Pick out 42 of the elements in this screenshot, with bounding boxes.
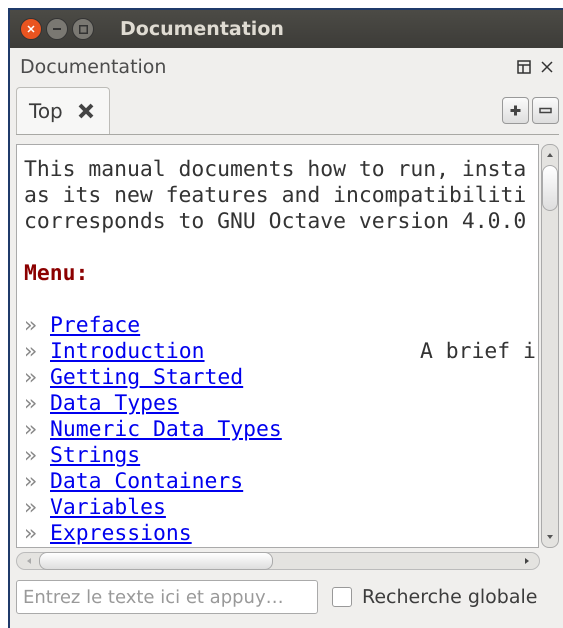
checkbox-label: Recherche globale [362, 586, 538, 608]
menu-link[interactable]: Strings [50, 443, 420, 469]
plus-icon [509, 104, 522, 117]
close-icon[interactable] [20, 18, 42, 40]
bullet: » [24, 469, 38, 495]
vertical-scrollbar[interactable] [541, 144, 559, 548]
scroll-down-icon[interactable] [546, 533, 554, 541]
zoom-out-button[interactable] [532, 97, 559, 124]
bullet: » [24, 365, 38, 391]
scroll-right-icon[interactable] [523, 557, 531, 565]
checkbox[interactable] [332, 587, 352, 607]
zoom-in-button[interactable] [502, 97, 529, 124]
menu-link[interactable]: Introduction [50, 339, 420, 365]
bullet: » [24, 495, 38, 521]
scrollbar-thumb[interactable] [542, 165, 558, 211]
scroll-up-icon[interactable] [546, 151, 554, 159]
menu-heading: Menu: [24, 261, 90, 287]
bullet: » [24, 443, 38, 469]
undock-icon[interactable] [517, 60, 531, 74]
maximize-icon[interactable] [72, 18, 94, 40]
scrollbar-thumb[interactable] [39, 552, 273, 570]
menu-link[interactable]: Expressions [50, 521, 420, 547]
search-field[interactable]: Entrez le texte ici et appuy… [16, 580, 318, 614]
close-icon[interactable] [76, 102, 95, 120]
menu-description: A brief i [420, 339, 536, 365]
tab[interactable]: Top [16, 87, 110, 134]
window-title: Documentation [120, 18, 284, 40]
panel-title: Documentation [20, 56, 168, 78]
close-icon[interactable] [541, 61, 553, 73]
menu-link[interactable]: Getting Started [50, 365, 420, 391]
bullet: » [24, 313, 38, 339]
menu-link[interactable]: Variables [50, 495, 420, 521]
menu-link[interactable]: Data Types [50, 391, 420, 417]
bullet: » [24, 521, 38, 547]
menu-link[interactable]: Numeric Data Types [50, 417, 420, 443]
menu-link[interactable]: Preface [50, 313, 420, 339]
bullet: » [24, 391, 38, 417]
bullet: » [24, 417, 38, 443]
bullet: » [24, 339, 38, 365]
menu-link[interactable]: Data Containers [50, 469, 420, 495]
horizontal-scrollbar[interactable] [16, 552, 540, 570]
paragraph: This manual documents how to run, insta as its new features and incompatibiliti corresponds to GNU Octave version 4.0.0 [24, 157, 528, 235]
